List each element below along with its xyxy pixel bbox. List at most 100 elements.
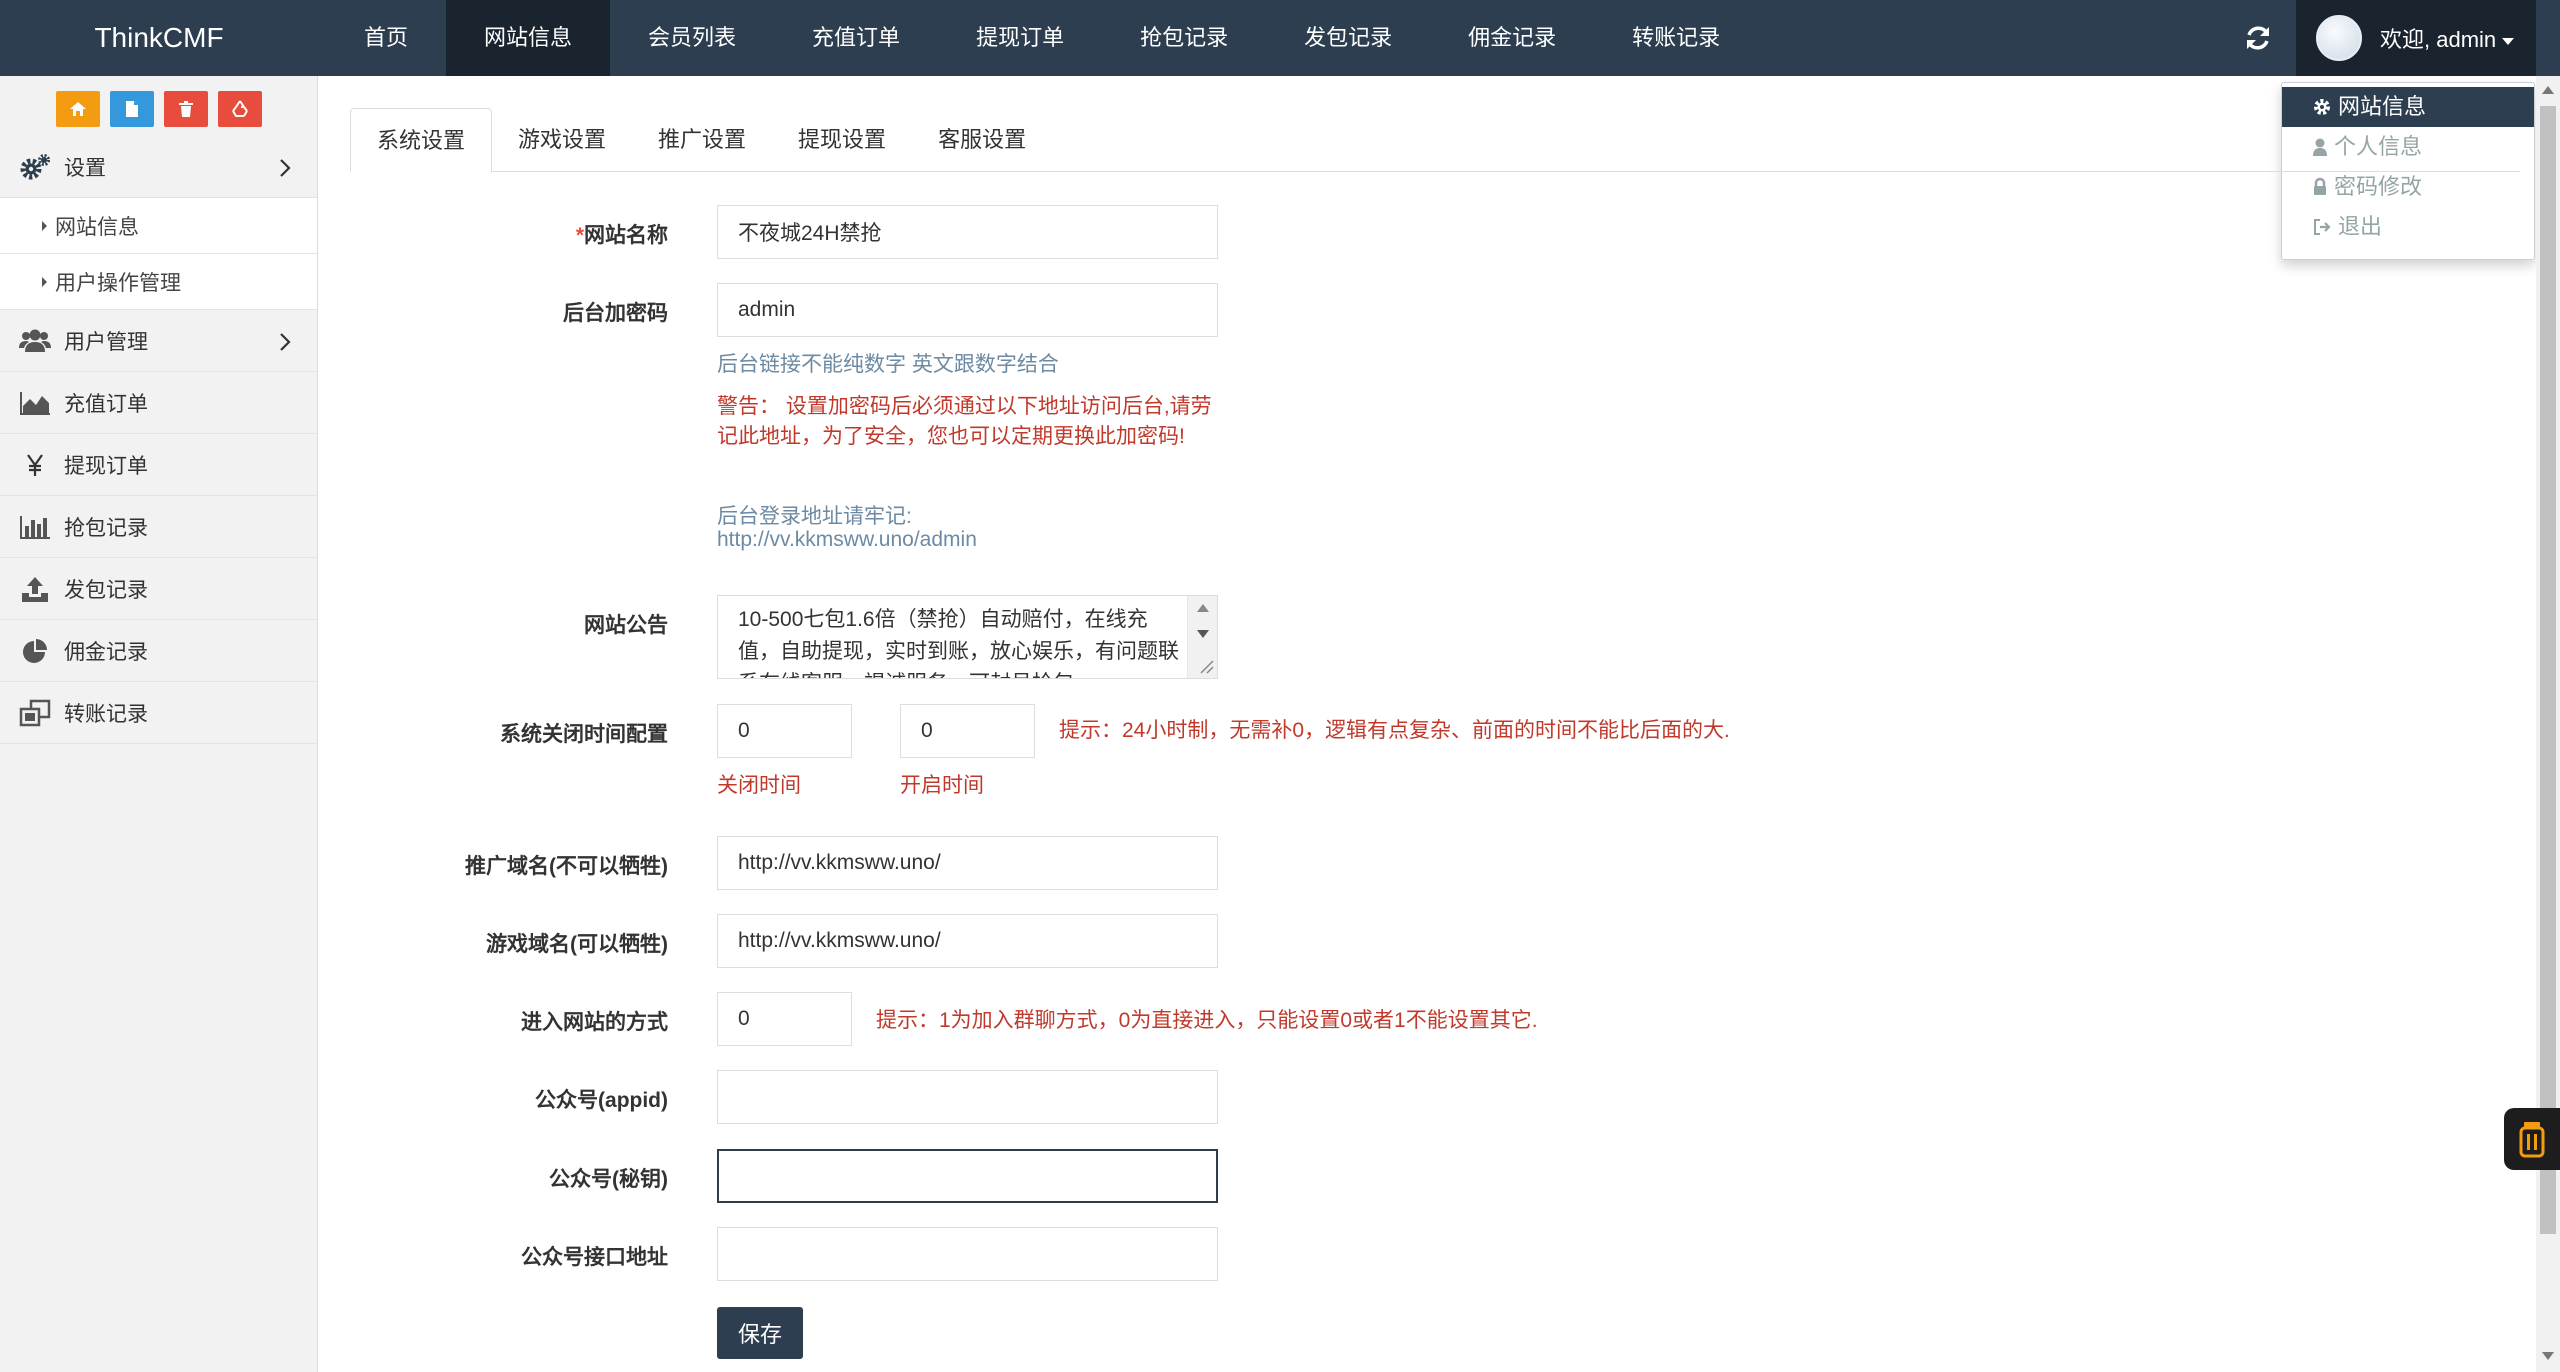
sidebar-item-label: 网站信息 [55,215,139,239]
game-domain-input[interactable]: http://vv.kkmsww.uno/ [717,914,1218,968]
entry-mode-input[interactable]: 0 [717,992,852,1046]
pie-chart-icon [18,636,52,666]
admin-code-input[interactable]: admin [717,283,1218,337]
sidebar: 设置 网站信息 用户操作管理 用户管理 充值订单 提现订单 抢包记录 发包记录 [0,76,318,1372]
shortcut-recycle-button[interactable] [217,91,262,127]
settings-tabs: 系统设置 游戏设置 推广设置 提现设置 客服设置 [350,108,2520,173]
cogs-icon [18,152,52,182]
nav-item-send-records[interactable]: 发包记录 [1266,0,1430,76]
area-chart-icon [18,388,52,418]
file-icon [125,101,138,117]
sidebar-item-transfer-records[interactable]: 转账记录 [0,682,317,744]
scrollbar-thumb[interactable] [2540,106,2556,1234]
secret-input[interactable] [717,1149,1218,1203]
trash-icon [178,101,193,117]
menu-item-change-password[interactable]: 密码修改 [2282,167,2534,207]
home-icon [69,102,86,116]
close-time-label: 系统关闭时间配置 [500,723,668,746]
open-time-input[interactable]: 0 [900,704,1035,758]
sidebar-item-label: 抢包记录 [64,516,148,540]
sidebar-item-send-records[interactable]: 发包记录 [0,558,317,620]
site-name-input[interactable]: 不夜城24H禁抢 [717,205,1218,259]
chevron-right-icon [280,159,291,177]
sidebar-item-user-management[interactable]: 用户管理 [0,310,317,372]
save-button[interactable]: 保存 [717,1307,803,1359]
nav-item-home[interactable]: 首页 [326,0,446,76]
promo-domain-label: 推广域名(不可以牺牲) [465,855,668,878]
sidebar-item-label: 转账记录 [64,702,148,726]
shortcut-home-button[interactable] [55,91,100,127]
main-nav: 首页 网站信息 会员列表 充值订单 提现订单 抢包记录 发包记录 佣金记录 转账… [326,0,1758,76]
nav-item-withdraw-orders[interactable]: 提现订单 [938,0,1102,76]
entry-mode-label: 进入网站的方式 [521,1011,668,1034]
top-navbar: ThinkCMF 首页 网站信息 会员列表 充值订单 提现订单 抢包记录 发包记… [0,0,2560,76]
admin-code-warning: 警告： 设置加密码后必须通过以下地址访问后台,请劳记此地址，为了安全，您也可以定… [717,395,1212,448]
tab-withdraw-settings[interactable]: 提现设置 [772,108,912,172]
nav-item-recharge-orders[interactable]: 充值订单 [774,0,938,76]
nav-item-commission-records[interactable]: 佣金记录 [1430,0,1594,76]
scroll-up-icon[interactable] [2542,86,2554,94]
sidebar-item-withdraw-orders[interactable]: 提现订单 [0,434,317,496]
sidebar-item-label: 用户操作管理 [55,271,181,295]
shortcut-trash-button[interactable] [163,91,208,127]
notice-textarea[interactable]: 10-500七包1.6倍（禁抢）自动赔付，在线充值，自助提现，实时到账，放心娱乐… [717,595,1218,679]
floating-widget[interactable] [2504,1108,2560,1170]
close-time-hint: 提示：24小时制，无需补0，逻辑有点复杂、前面的时间不能比后面的大. [1059,719,1730,742]
lock-icon [2314,177,2326,195]
resize-grip-icon[interactable] [1198,658,1214,674]
login-address-url: http://vv.kkmsww.uno/admin [717,528,977,551]
upload-icon [18,574,52,604]
tab-promo-settings[interactable]: 推广设置 [632,108,772,172]
nav-item-members[interactable]: 会员列表 [610,0,774,76]
caret-down-icon [2502,37,2515,45]
site-name-label: *网站名称 [575,224,668,247]
open-time-caption: 开启时间 [900,774,984,797]
sidebar-item-grab-records[interactable]: 抢包记录 [0,496,317,558]
shortcut-file-button[interactable] [109,91,154,127]
sidebar-item-label: 设置 [64,156,106,180]
api-url-input[interactable] [717,1227,1218,1281]
sidebar-subitem-user-operations[interactable]: 用户操作管理 [0,254,317,310]
avatar [2316,15,2362,61]
entry-mode-hint: 提示：1为加入群聊方式，0为直接进入，只能设置0或者1不能设置其它. [876,1009,1538,1032]
notice-text: 10-500七包1.6倍（禁抢）自动赔付，在线充值，自助提现，实时到账，放心娱乐… [738,608,1179,678]
scroll-down-icon [1197,630,1209,638]
caret-right-icon [42,220,47,231]
close-time-caption: 关闭时间 [717,774,801,797]
menu-item-label: 退出 [2338,214,2383,239]
user-menu-toggle[interactable]: 欢迎, admin [2296,0,2536,76]
sidebar-item-label: 发包记录 [64,578,148,602]
sidebar-item-commission-records[interactable]: 佣金记录 [0,620,317,682]
shortcut-toolbar [0,76,317,136]
sidebar-subitem-site-info[interactable]: 网站信息 [0,198,317,254]
sidebar-item-settings[interactable]: 设置 [0,136,317,198]
chevron-right-icon [280,333,291,351]
recycle-icon [231,100,248,117]
menu-item-label: 密码修改 [2334,174,2423,199]
promo-domain-input[interactable]: http://vv.kkmsww.uno/ [717,836,1218,890]
bar-chart-icon [18,512,52,542]
admin-code-label: 后台加密码 [563,302,668,325]
refresh-icon[interactable] [2240,20,2276,56]
jar-icon [2519,1122,2545,1158]
appid-label: 公众号(appid) [535,1089,668,1112]
welcome-text: 欢迎, admin [2380,22,2515,54]
nav-item-grab-records[interactable]: 抢包记录 [1102,0,1266,76]
api-url-label: 公众号接口地址 [521,1246,668,1269]
tab-game-settings[interactable]: 游戏设置 [492,108,632,172]
page-scrollbar[interactable] [2536,76,2560,1372]
menu-item-logout[interactable]: 退出 [2282,207,2534,247]
tab-service-settings[interactable]: 客服设置 [912,108,1052,172]
sidebar-item-recharge-orders[interactable]: 充值订单 [0,372,317,434]
textarea-scrollbar[interactable] [1187,596,1217,678]
scroll-down-icon[interactable] [2542,1352,2554,1360]
sidebar-item-label: 佣金记录 [64,640,148,664]
nav-item-transfer-records[interactable]: 转账记录 [1594,0,1758,76]
close-time-input[interactable]: 0 [717,704,852,758]
brand-logo[interactable]: ThinkCMF [0,0,318,76]
nav-item-site-info[interactable]: 网站信息 [446,0,611,76]
tab-system-settings[interactable]: 系统设置 [350,108,493,173]
sidebar-item-label: 用户管理 [64,330,148,354]
appid-input[interactable] [717,1070,1218,1124]
scroll-up-icon [1197,604,1209,612]
